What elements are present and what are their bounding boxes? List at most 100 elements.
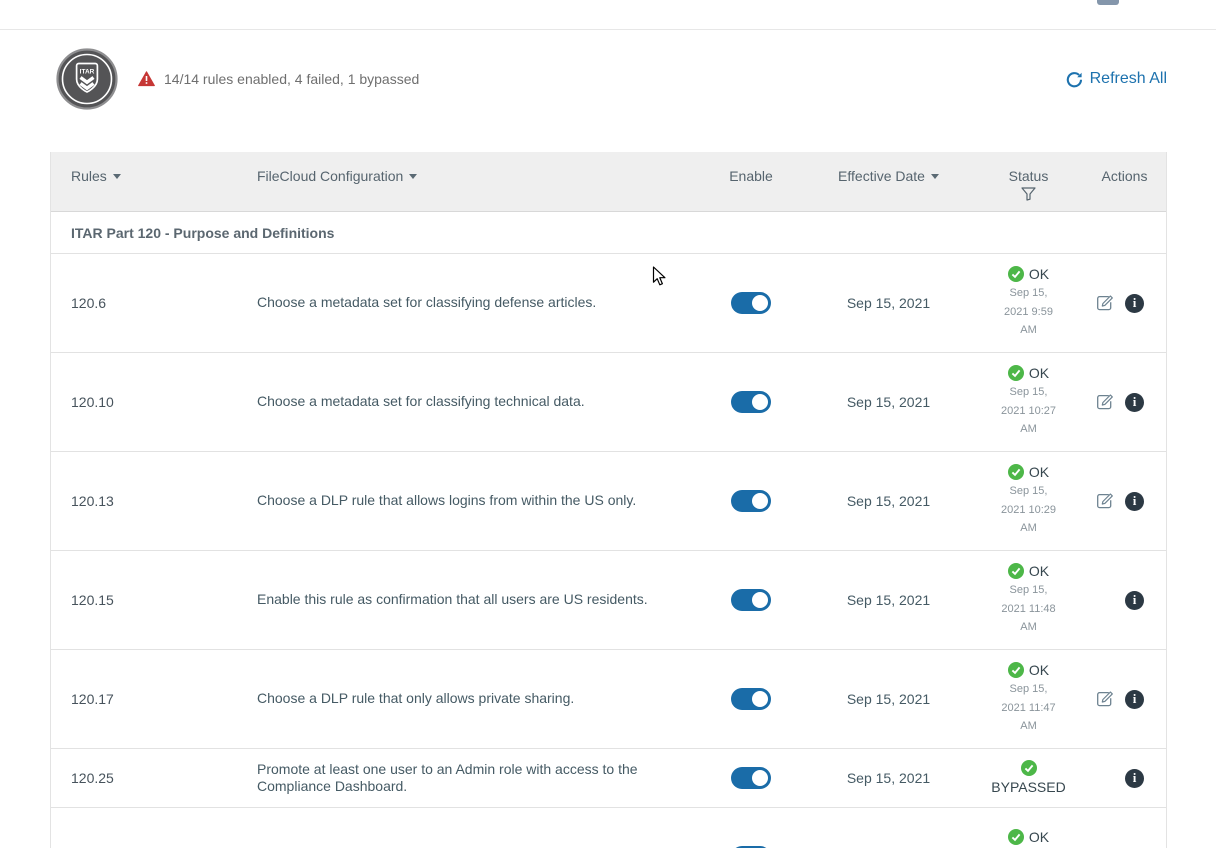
user-menu[interactable]: admin xyxy=(1097,0,1182,5)
table-row: 120.15 Enable this rule as confirmation … xyxy=(51,551,1166,650)
effective-date: Sep 15, 2021 xyxy=(801,592,976,608)
status-time: Sep 15, 2021 10:29 AM xyxy=(997,482,1061,538)
status-ok-icon xyxy=(1008,563,1024,579)
info-button[interactable]: i xyxy=(1125,591,1144,610)
status-time: Sep 15, 2021 10:27 AM xyxy=(997,383,1061,439)
actions-cell: i xyxy=(1081,294,1168,313)
rule-id: 120.15 xyxy=(51,592,257,608)
status-cell: OK Sep 15, 2021 11:48 AM xyxy=(976,563,1081,637)
toggle-knob xyxy=(752,295,768,311)
table-body: 120.6 Choose a metadata set for classify… xyxy=(51,254,1166,848)
status-label: OK xyxy=(1029,662,1049,678)
enable-toggle[interactable] xyxy=(731,688,771,710)
sort-caret-icon xyxy=(409,174,417,179)
column-header-actions: Actions xyxy=(1081,152,1168,211)
svg-text:ITAR: ITAR xyxy=(80,69,95,76)
column-header-rules[interactable]: Rules xyxy=(51,152,257,211)
effective-date: Sep 15, 2021 xyxy=(801,493,976,509)
warning-icon xyxy=(138,71,155,87)
actions-cell: i xyxy=(1081,591,1168,610)
rule-description: Promote at least one user to an Admin ro… xyxy=(257,761,701,796)
table-row: 120.13 Choose a DLP rule that allows log… xyxy=(51,452,1166,551)
status-label: OK xyxy=(1029,266,1049,282)
filter-icon[interactable] xyxy=(1021,187,1036,201)
rule-description: Choose a DLP rule that only allows priva… xyxy=(257,690,701,708)
effective-date: Sep 15, 2021 xyxy=(801,295,976,311)
rule-id: 120.6 xyxy=(51,295,257,311)
compliance-summary: ITAR 14/14 rules enabled, 4 failed, 1 by… xyxy=(50,48,1167,110)
column-header-effective-date[interactable]: Effective Date xyxy=(801,152,976,211)
rule-description: Choose a metadata set for classifying de… xyxy=(257,294,701,312)
rules-table: Rules FileCloud Configuration Enable Eff… xyxy=(50,152,1167,848)
itar-badge-icon: ITAR xyxy=(56,48,118,110)
rule-description: Choose a metadata set for classifying te… xyxy=(257,393,701,411)
actions-cell: i xyxy=(1081,492,1168,511)
status-label: BYPASSED xyxy=(991,779,1065,795)
edit-button[interactable] xyxy=(1096,294,1114,312)
user-name: admin xyxy=(1126,0,1167,3)
table-row: 120.10 Choose a metadata set for classif… xyxy=(51,353,1166,452)
edit-button[interactable] xyxy=(1096,690,1114,708)
user-avatar xyxy=(1097,0,1119,5)
rule-id: 120.13 xyxy=(51,493,257,509)
status-label: OK xyxy=(1029,464,1049,480)
info-button[interactable]: i xyxy=(1125,769,1144,788)
actions-cell: i xyxy=(1081,393,1168,412)
status-ok-icon xyxy=(1021,760,1037,776)
status-cell: OK Sep 15, 2021 9:59 AM xyxy=(976,266,1081,340)
info-button[interactable]: i xyxy=(1125,492,1144,511)
rule-id: 120.25 xyxy=(51,770,257,786)
section-header: ITAR Part 120 - Purpose and Definitions xyxy=(51,212,1166,254)
status-cell: OK Sep 15, 2021 10:27 AM xyxy=(976,365,1081,439)
column-header-configuration[interactable]: FileCloud Configuration xyxy=(257,152,701,211)
enable-toggle[interactable] xyxy=(731,490,771,512)
actions-cell: i xyxy=(1081,769,1168,788)
info-button[interactable]: i xyxy=(1125,294,1144,313)
sort-caret-icon xyxy=(931,174,939,179)
info-button[interactable]: i xyxy=(1125,690,1144,709)
top-navigation-bar: admin xyxy=(0,0,1216,30)
effective-date: Sep 15, 2021 xyxy=(801,691,976,707)
effective-date: Sep 15, 2021 xyxy=(801,770,976,786)
info-button[interactable]: i xyxy=(1125,393,1144,412)
enable-toggle[interactable] xyxy=(731,391,771,413)
edit-button[interactable] xyxy=(1096,492,1114,510)
status-ok-icon xyxy=(1008,829,1024,845)
status-ok-icon xyxy=(1008,662,1024,678)
edit-icon xyxy=(1096,492,1114,510)
enable-toggle[interactable] xyxy=(731,589,771,611)
table-row: 120.17 Choose a DLP rule that only allow… xyxy=(51,650,1166,749)
column-header-status[interactable]: Status xyxy=(976,152,1081,211)
edit-icon xyxy=(1096,294,1114,312)
status-time: Sep 15, 2021 11:47 AM xyxy=(997,680,1061,736)
status-ok-icon xyxy=(1008,365,1024,381)
status-cell: OK Sep 15, 2021 xyxy=(976,829,1081,848)
toggle-knob xyxy=(752,493,768,509)
status-time: Sep 15, 2021 11:48 AM xyxy=(997,581,1061,637)
status-cell: BYPASSED xyxy=(976,760,1081,797)
edit-icon xyxy=(1096,393,1114,411)
status-time: Sep 15, 2021 9:59 AM xyxy=(997,284,1061,340)
summary-text: 14/14 rules enabled, 4 failed, 1 bypasse… xyxy=(164,71,419,87)
status-ok-icon xyxy=(1008,464,1024,480)
edit-icon xyxy=(1096,690,1114,708)
refresh-all-button[interactable]: Refresh All xyxy=(1066,70,1167,88)
enable-toggle[interactable] xyxy=(731,767,771,789)
effective-date: Sep 15, 2021 xyxy=(801,394,976,410)
table-header-row: Rules FileCloud Configuration Enable Eff… xyxy=(51,152,1166,212)
status-cell: OK Sep 15, 2021 11:47 AM xyxy=(976,662,1081,736)
rule-id: 120.10 xyxy=(51,394,257,410)
sort-caret-icon xyxy=(113,174,121,179)
toggle-knob xyxy=(752,394,768,410)
actions-cell: i xyxy=(1081,690,1168,709)
column-header-enable: Enable xyxy=(701,152,801,211)
toggle-knob xyxy=(752,691,768,707)
toggle-knob xyxy=(752,592,768,608)
edit-button[interactable] xyxy=(1096,393,1114,411)
status-ok-icon xyxy=(1008,266,1024,282)
status-label: OK xyxy=(1029,563,1049,579)
toggle-knob xyxy=(752,770,768,786)
rule-description: Enable this rule as confirmation that al… xyxy=(257,591,701,609)
refresh-all-label: Refresh All xyxy=(1090,70,1167,88)
enable-toggle[interactable] xyxy=(731,292,771,314)
